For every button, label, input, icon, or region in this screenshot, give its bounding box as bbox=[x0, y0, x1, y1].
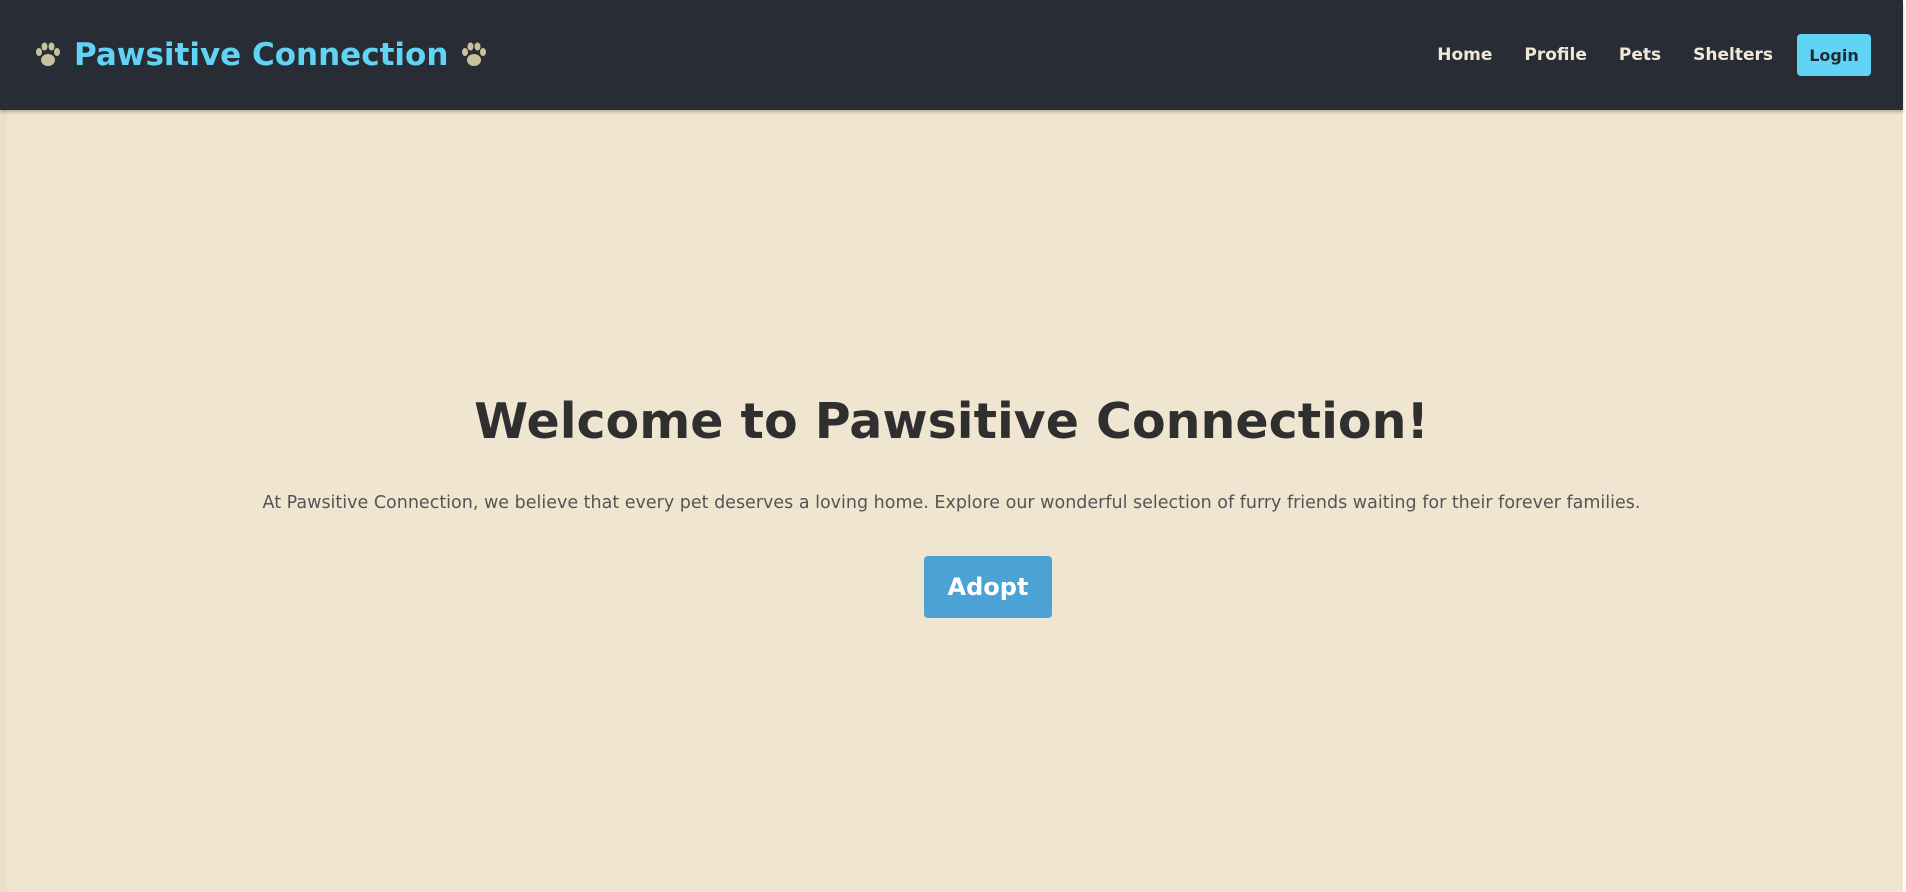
nav-link-home[interactable]: Home bbox=[1437, 45, 1492, 65]
main-nav: Home Profile Pets Shelters Login bbox=[1437, 34, 1871, 76]
paw-left-icon bbox=[34, 41, 62, 69]
nav-link-shelters[interactable]: Shelters bbox=[1693, 45, 1773, 65]
adopt-button[interactable]: Adopt bbox=[924, 556, 1052, 618]
hero-description: At Pawsitive Connection, we believe that… bbox=[262, 493, 1641, 513]
nav-link-pets[interactable]: Pets bbox=[1619, 45, 1661, 65]
hero-title: Welcome to Pawsitive Connection! bbox=[474, 393, 1429, 450]
nav-link-profile[interactable]: Profile bbox=[1524, 45, 1586, 65]
paw-right-icon bbox=[460, 41, 488, 69]
page: Pawsitive Connection Home Profile Pets S… bbox=[0, 0, 1906, 892]
login-button[interactable]: Login bbox=[1797, 34, 1871, 76]
hero-section: Welcome to Pawsitive Connection! At Paws… bbox=[0, 110, 1903, 892]
brand[interactable]: Pawsitive Connection bbox=[34, 37, 488, 73]
brand-title[interactable]: Pawsitive Connection bbox=[74, 37, 448, 73]
navbar: Pawsitive Connection Home Profile Pets S… bbox=[0, 0, 1903, 110]
